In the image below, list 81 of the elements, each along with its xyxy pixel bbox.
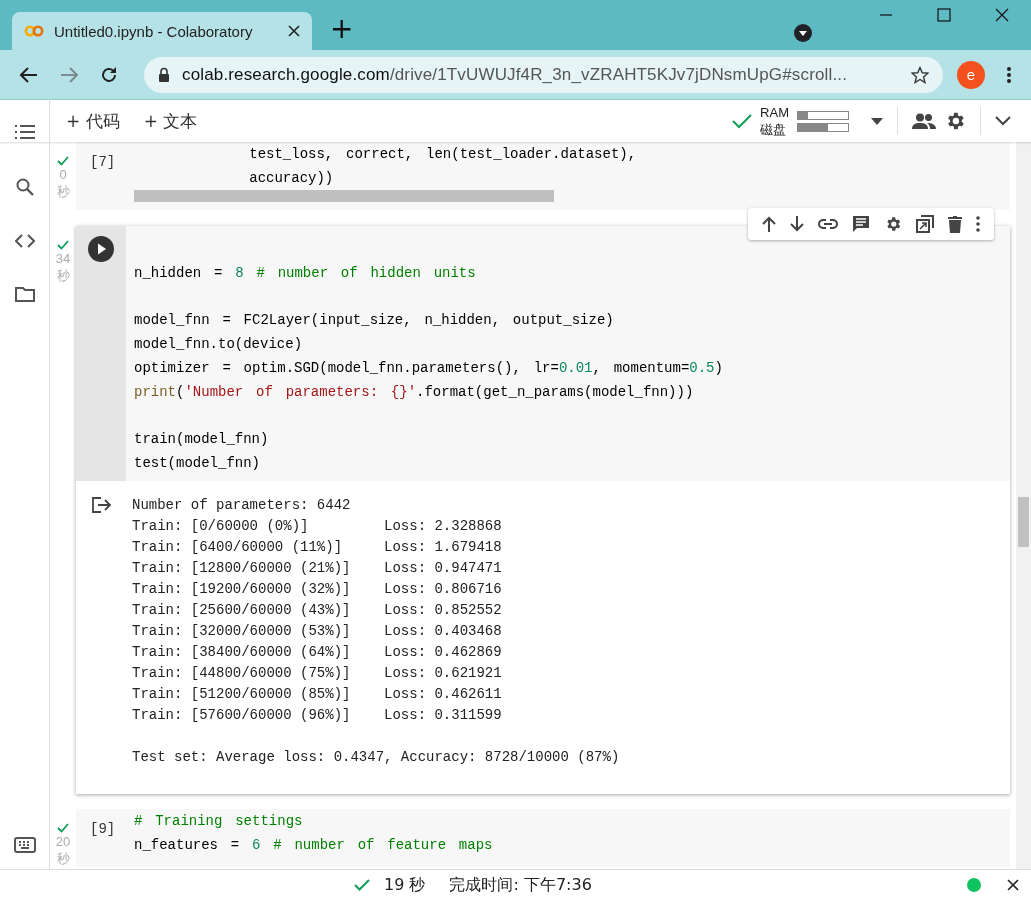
time-unit: 秒 (56, 268, 70, 284)
address-bar[interactable]: colab.research.google.com/drive/1TvUWUJf4R_3n_vZRAHT5KJv7jDNsmUpG#scroll... (144, 56, 943, 93)
execution-time: 0 (59, 167, 67, 183)
add-code-button[interactable]: + 代码 (58, 105, 128, 137)
code-icon[interactable] (14, 234, 35, 248)
output-line: Train: [32000/60000 (53%)] Loss: 0.403468 (132, 622, 503, 641)
run-duration: 19 秒 (384, 874, 426, 896)
mirror-cell-icon[interactable] (916, 215, 934, 233)
execution-time: 34 (55, 251, 71, 267)
folder-icon[interactable] (14, 286, 35, 302)
output-icon (92, 497, 112, 513)
output-line: Number of parameters: 6442 (132, 496, 352, 515)
toc-icon[interactable] (14, 124, 35, 140)
output-line: Train: [19200/60000 (32%)] Loss: 0.806716 (132, 580, 503, 599)
output-line: Train: [12800/60000 (21%)] Loss: 0.947471 (132, 559, 503, 578)
add-text-button[interactable]: + 文本 (135, 105, 206, 137)
move-down-icon[interactable] (790, 216, 804, 232)
code-line: test(model_fnn) (134, 454, 262, 473)
new-tab-button[interactable]: + (324, 12, 360, 45)
execution-time: 20 (55, 834, 71, 850)
scrollbar-thumb[interactable] (1018, 497, 1029, 547)
code-line: n_hidden = 8 # number of hidden units (134, 264, 477, 283)
check-icon (57, 240, 69, 250)
code-cell[interactable]: [7] test_loss, correct, len(test_loader.dataset), accuracy)) (76, 142, 1010, 210)
tab-title: Untitled0.ipynb - Colaboratory (54, 22, 254, 40)
code-line: optimizer = optim.SGD(model_fnn.parameters(), lr=0.01, momentum=0.5) (134, 359, 724, 378)
check-icon (57, 823, 69, 833)
comment-icon[interactable] (852, 215, 870, 233)
time-unit: 秒 (56, 184, 70, 200)
output-line: Train: [44800/60000 (75%)] Loss: 0.621921 (132, 664, 503, 683)
star-icon[interactable] (911, 65, 929, 84)
output-line: Train: [51200/60000 (85%)] Loss: 0.462611 (132, 685, 503, 704)
horizontal-scrollbar[interactable] (134, 190, 554, 202)
connection-status-icon (967, 878, 981, 892)
people-icon[interactable] (912, 113, 936, 129)
ram-label: RAM (760, 105, 789, 120)
execution-count: [7] (90, 154, 116, 170)
code-cell[interactable]: [9] # Training settings n_features = 6 # number of feature maps (76, 809, 1010, 867)
output-line: Train: [57600/60000 (96%)] Loss: 0.311599 (132, 706, 503, 725)
output-line: Train: [25600/60000 (43%)] Loss: 0.852552 (132, 601, 503, 620)
code-line: n_features = 6 # number of feature maps (134, 836, 494, 855)
output-line: Test set: Average loss: 0.4347, Accuracy: 8728/10000 (87%) (132, 748, 620, 767)
url-text: colab.research.google.com/drive/1TvUWUJf4R_3n_vZRAHT5KJv7jDNsmUpG#scroll... (182, 64, 849, 85)
move-up-icon[interactable] (762, 216, 776, 232)
run-button-icon[interactable] (88, 236, 114, 262)
code-line: accuracy)) (248, 169, 335, 188)
close-icon[interactable] (1007, 879, 1019, 891)
time-unit: 秒 (56, 851, 70, 867)
check-icon (732, 113, 753, 129)
close-icon[interactable] (995, 8, 1009, 22)
maximize-icon[interactable] (937, 8, 951, 22)
keyboard-icon[interactable] (13, 837, 36, 853)
code-line: train(model_fnn) (134, 430, 270, 449)
disk-label: 磁盘 (760, 122, 788, 137)
search-icon[interactable] (15, 178, 34, 196)
lock-icon (158, 67, 170, 82)
code-line: # Training settings (134, 812, 304, 831)
code-line: test_loss, correct, len(test_loader.dataset), (248, 145, 638, 164)
output-line: Train: [38400/60000 (64%)] Loss: 0.462869 (132, 643, 503, 662)
finished-time: 完成时间: 下午7:36 (449, 874, 593, 896)
execution-count: [9] (90, 821, 116, 837)
output-line: Train: [6400/60000 (11%)] Loss: 1.679418 (132, 538, 503, 557)
code-line: model_fnn = FC2Layer(input_size, n_hidden, output_size) (134, 311, 615, 330)
browser-tab[interactable]: Untitled0.ipynb - Colaboratory (12, 12, 312, 50)
link-icon[interactable] (818, 219, 838, 229)
reload-icon[interactable] (100, 65, 118, 84)
tab-search-icon[interactable] (794, 24, 812, 42)
dropdown-icon[interactable] (871, 117, 883, 125)
collapse-icon[interactable] (995, 116, 1011, 126)
colab-logo-icon (24, 25, 44, 37)
close-icon[interactable] (288, 25, 300, 37)
focused-code-cell[interactable] (76, 226, 1010, 794)
output-line: Train: [0/60000 (0%)] Loss: 2.328868 (132, 517, 503, 536)
delete-icon[interactable] (948, 215, 962, 233)
check-icon (354, 879, 370, 891)
check-icon (57, 156, 69, 166)
menu-icon[interactable] (1007, 66, 1011, 83)
code-line: model_fnn.to(device) (134, 335, 304, 354)
code-line: print('Number of parameters: {}'.format(get_n_params(model_fnn))) (134, 383, 695, 402)
more-icon[interactable] (976, 216, 980, 232)
back-icon[interactable] (20, 66, 38, 83)
